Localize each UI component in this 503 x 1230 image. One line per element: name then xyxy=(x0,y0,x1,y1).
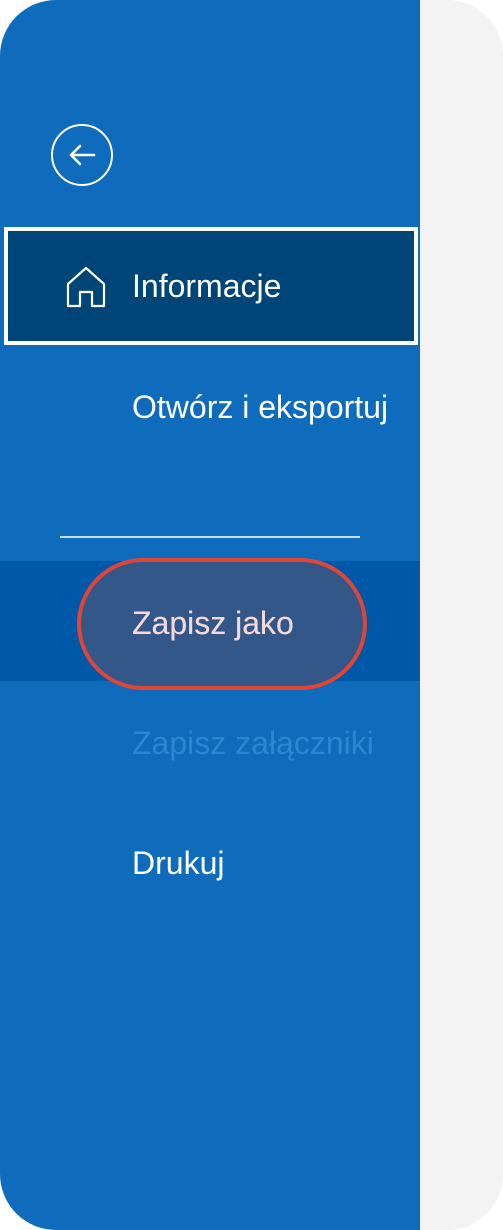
sidebar-item-label: Otwórz i eksportuj xyxy=(132,389,389,425)
sidebar-item-otworz-i-eksportuj[interactable]: Otwórz i eksportuj xyxy=(0,382,420,492)
content-pane xyxy=(420,0,503,1230)
sidebar-item-label: Drukuj xyxy=(132,845,225,881)
sidebar-item-label: Zapisz załączniki xyxy=(132,725,374,761)
app-window: Informacje Otwórz i eksportuj Zapisz jak… xyxy=(0,0,503,1230)
sidebar-item-label: Zapisz jako xyxy=(132,605,294,641)
back-button[interactable] xyxy=(51,124,113,186)
sidebar-divider xyxy=(60,536,360,538)
sidebar-item-zapisz-zalaczniki: Zapisz załączniki xyxy=(0,718,420,774)
backstage-sidebar: Informacje Otwórz i eksportuj Zapisz jak… xyxy=(0,0,420,1230)
home-icon xyxy=(66,266,106,308)
sidebar-item-drukuj[interactable]: Drukuj xyxy=(0,838,420,894)
arrow-left-icon xyxy=(69,144,96,166)
sidebar-item-label: Informacje xyxy=(132,268,282,304)
sidebar-item-informacje[interactable]: Informacje xyxy=(4,227,418,345)
